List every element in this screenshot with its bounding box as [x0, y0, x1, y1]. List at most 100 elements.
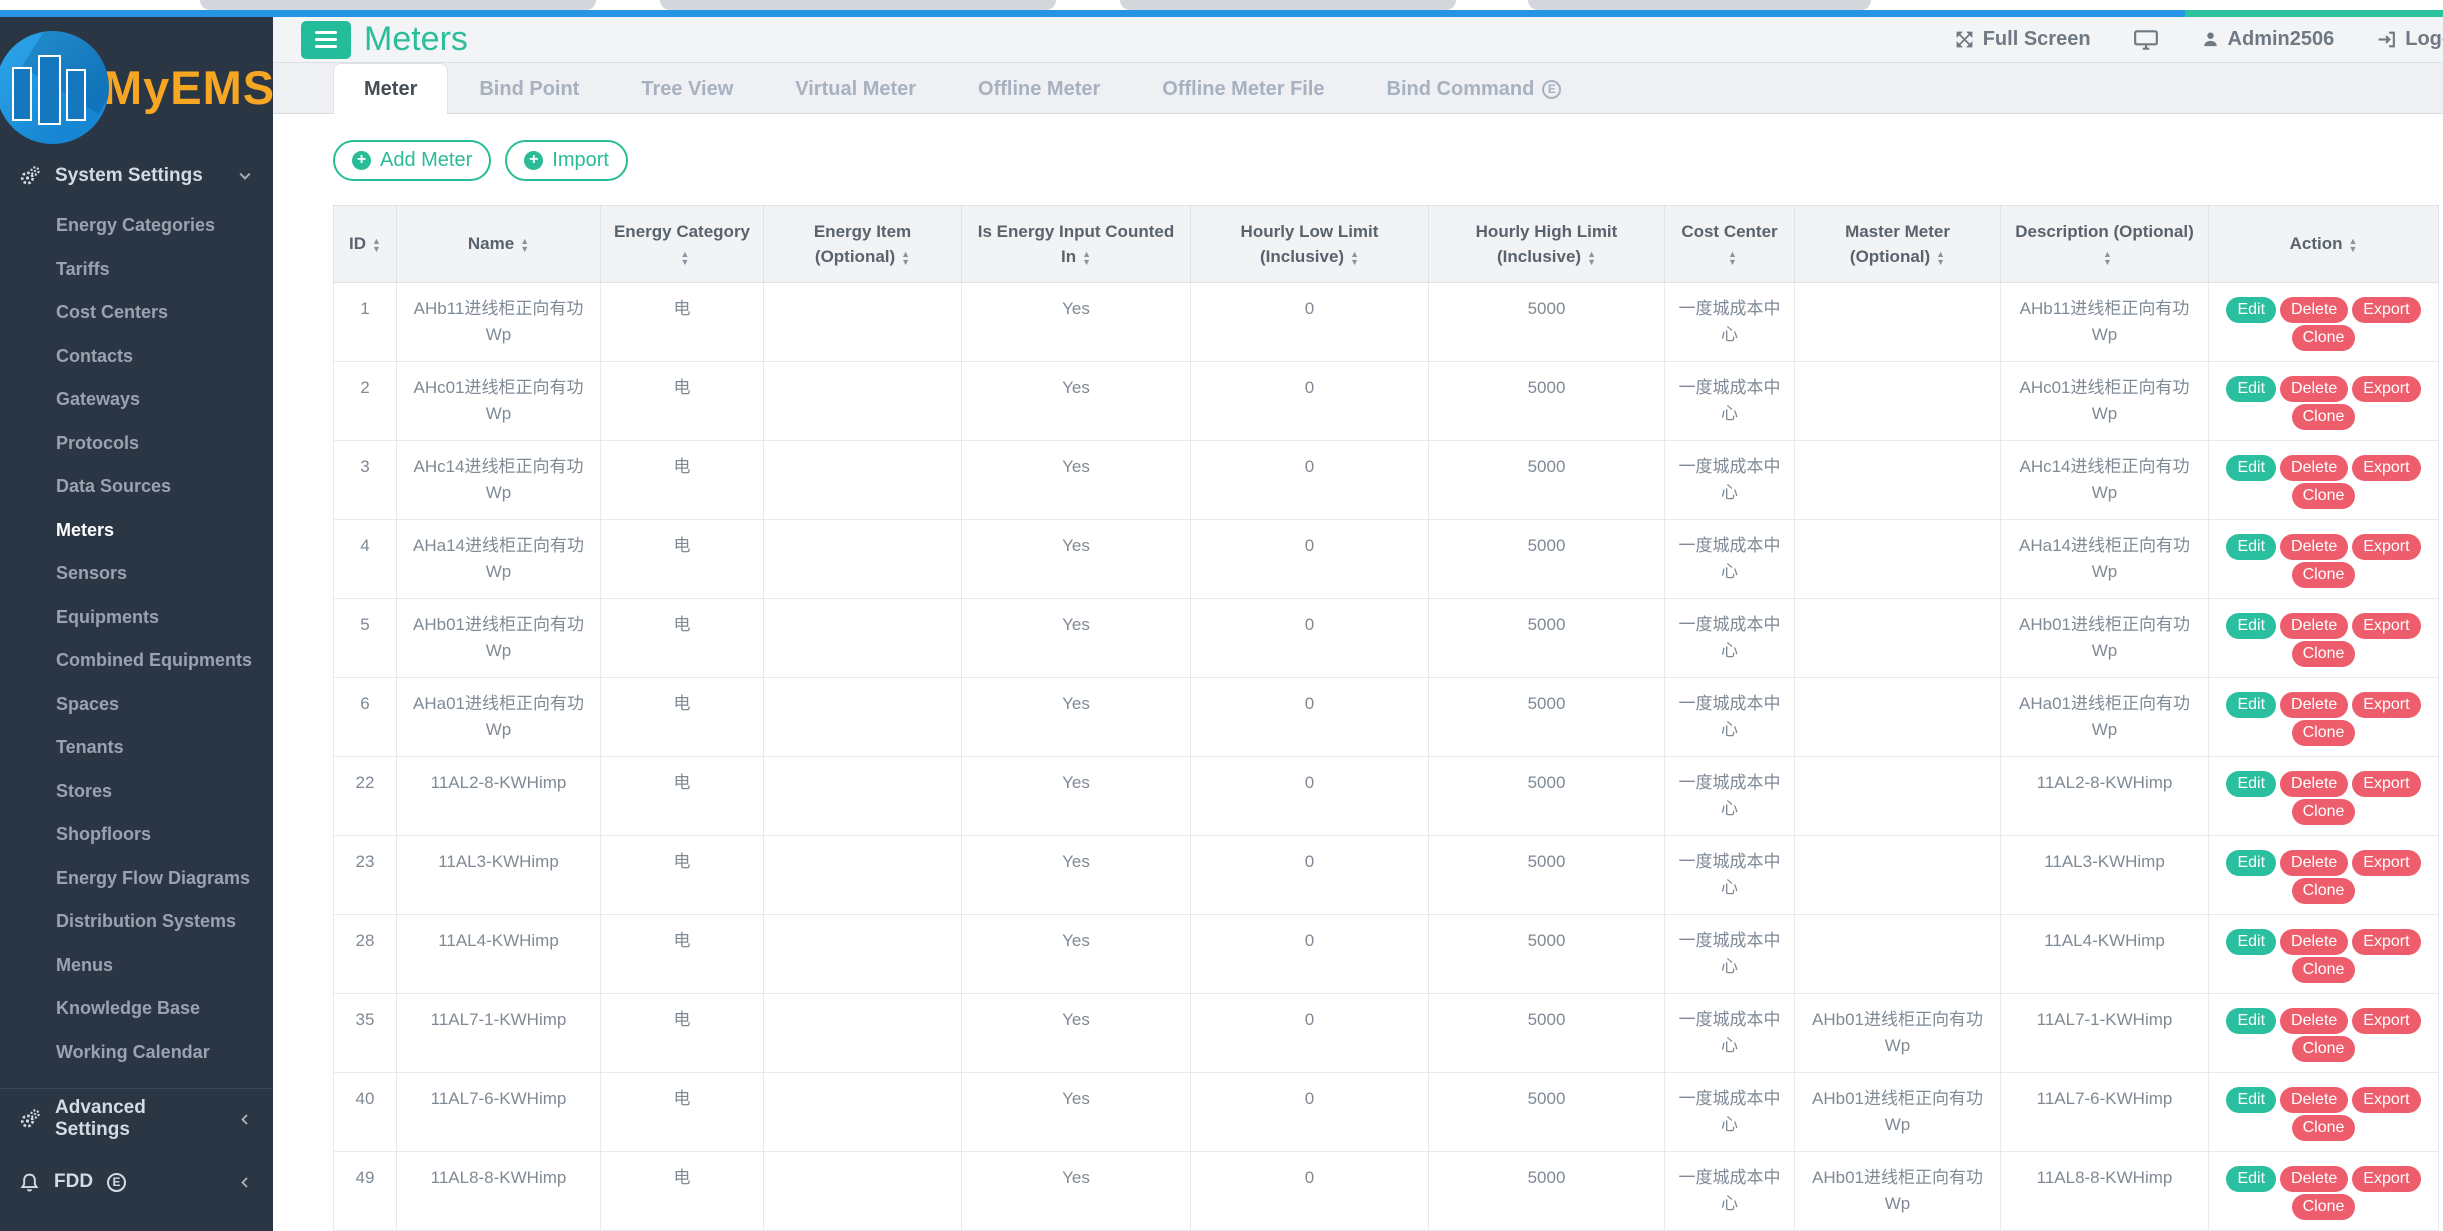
clone-button[interactable]: Clone — [2292, 878, 2356, 904]
clone-button[interactable]: Clone — [2292, 1115, 2356, 1141]
col-header-master-meter-optional[interactable]: Master Meter(Optional)▲▼ — [1795, 206, 2001, 283]
edit-button[interactable]: Edit — [2226, 455, 2276, 481]
sidebar-item-spaces[interactable]: Spaces — [0, 683, 273, 727]
col-header-energy-category[interactable]: Energy Category▲▼ — [601, 206, 764, 283]
edit-button[interactable]: Edit — [2226, 929, 2276, 955]
import-button[interactable]: + Import — [505, 140, 628, 181]
sidebar-item-data-sources[interactable]: Data Sources — [0, 465, 273, 509]
logo[interactable]: MyEMS — [0, 17, 273, 152]
sidebar-item-working-calendar[interactable]: Working Calendar — [0, 1031, 273, 1075]
sidebar-item-cost-centers[interactable]: Cost Centers — [0, 291, 273, 335]
edit-button[interactable]: Edit — [2226, 850, 2276, 876]
sidebar-toggle-button[interactable] — [301, 21, 351, 59]
tab-tree-view[interactable]: Tree View — [610, 63, 764, 114]
delete-button[interactable]: Delete — [2280, 613, 2348, 639]
delete-button[interactable]: Delete — [2280, 1008, 2348, 1034]
col-header-action[interactable]: Action▲▼ — [2209, 206, 2439, 283]
clone-button[interactable]: Clone — [2292, 483, 2356, 509]
sort-icon[interactable]: ▲▼ — [1587, 250, 1596, 266]
sidebar-item-shopfloors[interactable]: Shopfloors — [0, 813, 273, 857]
sidebar-section-advanced-settings[interactable]: Advanced Settings — [0, 1095, 273, 1143]
sort-icon[interactable]: ▲▼ — [2348, 237, 2357, 253]
col-header-hourly-high-limit-inclusive[interactable]: Hourly High Limit(Inclusive)▲▼ — [1429, 206, 1665, 283]
sidebar-item-meters[interactable]: Meters — [0, 509, 273, 553]
edit-button[interactable]: Edit — [2226, 1008, 2276, 1034]
sort-icon[interactable]: ▲▼ — [1350, 250, 1359, 266]
export-button[interactable]: Export — [2352, 376, 2420, 402]
tab-bind-point[interactable]: Bind Point — [448, 63, 610, 114]
delete-button[interactable]: Delete — [2280, 850, 2348, 876]
logout-button[interactable]: Logout — [2376, 28, 2443, 51]
sidebar-item-combined-equipments[interactable]: Combined Equipments — [0, 639, 273, 683]
export-button[interactable]: Export — [2352, 613, 2420, 639]
clone-button[interactable]: Clone — [2292, 562, 2356, 588]
export-button[interactable]: Export — [2352, 297, 2420, 323]
sort-icon[interactable]: ▲▼ — [1936, 250, 1945, 266]
export-button[interactable]: Export — [2352, 692, 2420, 718]
col-header-name[interactable]: Name▲▼ — [397, 206, 601, 283]
export-button[interactable]: Export — [2352, 1008, 2420, 1034]
delete-button[interactable]: Delete — [2280, 692, 2348, 718]
clone-button[interactable]: Clone — [2292, 641, 2356, 667]
clone-button[interactable]: Clone — [2292, 957, 2356, 983]
delete-button[interactable]: Delete — [2280, 455, 2348, 481]
delete-button[interactable]: Delete — [2280, 534, 2348, 560]
tab-offline-meter[interactable]: Offline Meter — [947, 63, 1131, 114]
edit-button[interactable]: Edit — [2226, 613, 2276, 639]
clone-button[interactable]: Clone — [2292, 1036, 2356, 1062]
edit-button[interactable]: Edit — [2226, 534, 2276, 560]
tab-meter[interactable]: Meter — [333, 63, 448, 114]
sidebar-item-equipments[interactable]: Equipments — [0, 596, 273, 640]
col-header-energy-item-optional[interactable]: Energy Item(Optional)▲▼ — [764, 206, 962, 283]
edit-button[interactable]: Edit — [2226, 376, 2276, 402]
sidebar-item-knowledge-base[interactable]: Knowledge Base — [0, 987, 273, 1031]
clone-button[interactable]: Clone — [2292, 325, 2356, 351]
edit-button[interactable]: Edit — [2226, 1087, 2276, 1113]
sort-icon[interactable]: ▲▼ — [520, 237, 529, 253]
tab-bind-command[interactable]: Bind CommandE — [1356, 63, 1593, 114]
sort-icon[interactable]: ▲▼ — [2103, 250, 2112, 266]
edit-button[interactable]: Edit — [2226, 1166, 2276, 1192]
col-header-id[interactable]: ID▲▼ — [334, 206, 397, 283]
monitor-icon[interactable] — [2133, 29, 2159, 51]
clone-button[interactable]: Clone — [2292, 1194, 2356, 1220]
sidebar-section-system-settings[interactable]: System Settings — [0, 152, 273, 200]
full-screen-button[interactable]: Full Screen — [1954, 28, 2091, 51]
export-button[interactable]: Export — [2352, 1087, 2420, 1113]
export-button[interactable]: Export — [2352, 850, 2420, 876]
export-button[interactable]: Export — [2352, 534, 2420, 560]
sidebar-item-protocols[interactable]: Protocols — [0, 422, 273, 466]
sidebar-item-stores[interactable]: Stores — [0, 770, 273, 814]
sidebar-item-distribution-systems[interactable]: Distribution Systems — [0, 900, 273, 944]
sort-icon[interactable]: ▲▼ — [901, 250, 910, 266]
edit-button[interactable]: Edit — [2226, 692, 2276, 718]
col-header-hourly-low-limit-inclusive[interactable]: Hourly Low Limit(Inclusive)▲▼ — [1191, 206, 1429, 283]
col-header-description-optional[interactable]: Description (Optional)▲▼ — [2001, 206, 2209, 283]
sort-icon[interactable]: ▲▼ — [372, 237, 381, 253]
export-button[interactable]: Export — [2352, 1166, 2420, 1192]
sidebar-item-gateways[interactable]: Gateways — [0, 378, 273, 422]
sidebar-item-tenants[interactable]: Tenants — [0, 726, 273, 770]
user-menu[interactable]: Admin2506 — [2201, 28, 2335, 51]
delete-button[interactable]: Delete — [2280, 297, 2348, 323]
sidebar-item-tariffs[interactable]: Tariffs — [0, 248, 273, 292]
delete-button[interactable]: Delete — [2280, 1166, 2348, 1192]
sidebar-item-menus[interactable]: Menus — [0, 944, 273, 988]
export-button[interactable]: Export — [2352, 771, 2420, 797]
sort-icon[interactable]: ▲▼ — [1082, 250, 1091, 266]
tab-virtual-meter[interactable]: Virtual Meter — [764, 63, 947, 114]
clone-button[interactable]: Clone — [2292, 720, 2356, 746]
sidebar-item-energy-flow-diagrams[interactable]: Energy Flow Diagrams — [0, 857, 273, 901]
delete-button[interactable]: Delete — [2280, 771, 2348, 797]
tab-offline-meter-file[interactable]: Offline Meter File — [1131, 63, 1355, 114]
col-header-cost-center[interactable]: Cost Center▲▼ — [1665, 206, 1795, 283]
sidebar-section-users-privileges[interactable]: Users & Privileges — [0, 1221, 273, 1231]
delete-button[interactable]: Delete — [2280, 1087, 2348, 1113]
sidebar-item-energy-categories[interactable]: Energy Categories — [0, 204, 273, 248]
edit-button[interactable]: Edit — [2226, 771, 2276, 797]
sort-icon[interactable]: ▲▼ — [681, 250, 690, 266]
delete-button[interactable]: Delete — [2280, 376, 2348, 402]
sidebar-item-contacts[interactable]: Contacts — [0, 335, 273, 379]
clone-button[interactable]: Clone — [2292, 404, 2356, 430]
clone-button[interactable]: Clone — [2292, 799, 2356, 825]
